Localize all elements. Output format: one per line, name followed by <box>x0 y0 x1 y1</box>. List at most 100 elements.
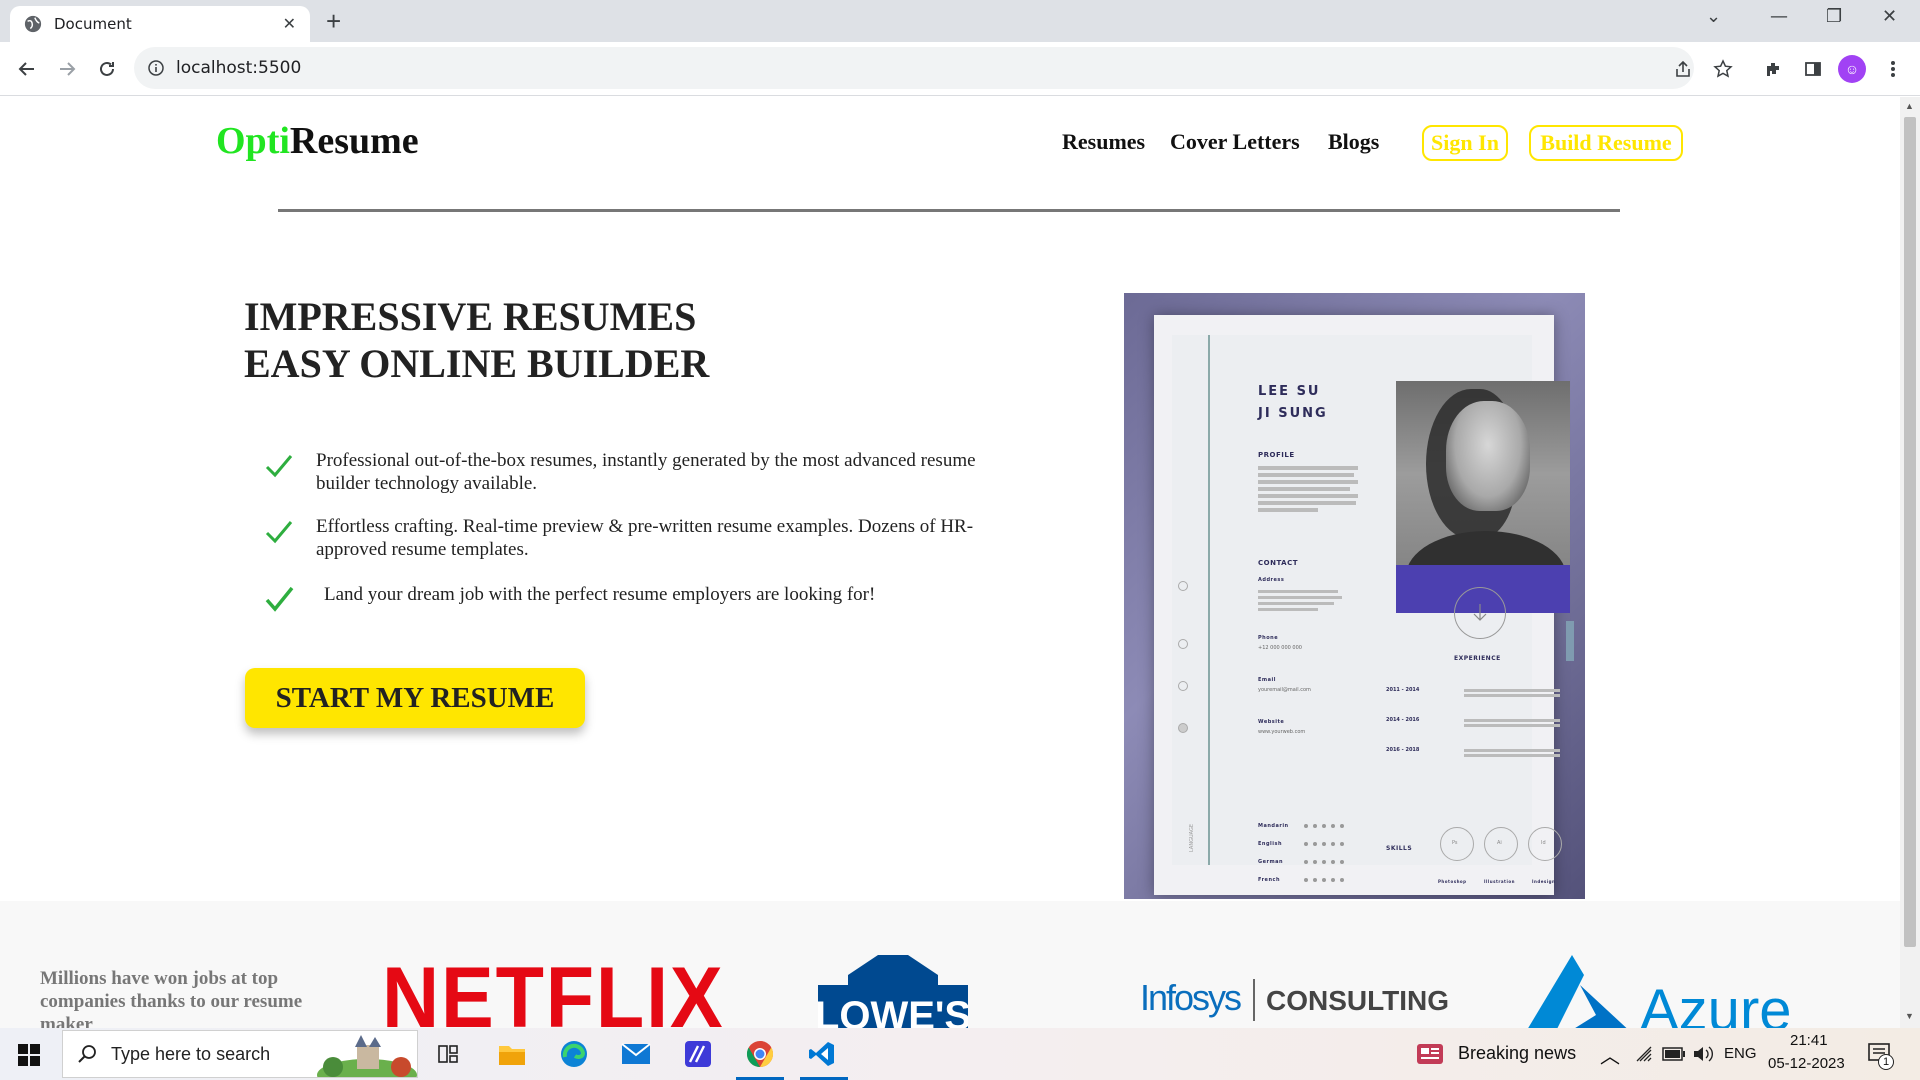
start-resume-button[interactable]: START MY RESUME <box>245 668 585 728</box>
scroll-down-icon[interactable]: ▼ <box>1905 1011 1914 1021</box>
lowes-logo: LOWE'S <box>815 955 971 1028</box>
resume-year: 2011 - 2014 <box>1386 687 1420 693</box>
resume-experience-heading: EXPERIENCE <box>1454 655 1501 662</box>
netflix-logo: NETFLIX <box>382 950 725 1028</box>
new-tab-icon[interactable]: + <box>326 8 341 34</box>
url-text: localhost:5500 <box>176 58 302 78</box>
mail-icon <box>1178 681 1188 691</box>
share-icon[interactable] <box>1668 54 1698 84</box>
resume-language: Mandarin <box>1258 823 1289 829</box>
resume-address-text <box>1258 587 1342 614</box>
resume-language: German <box>1258 859 1284 865</box>
tab-search-chevron-icon[interactable]: ⌄ <box>1706 6 1721 27</box>
news-widget-text[interactable]: Breaking news <box>1458 1043 1576 1064</box>
page-scrollbar[interactable]: ▲ ▼ <box>1900 97 1920 1028</box>
skill-abbr: Ai <box>1497 840 1502 846</box>
tab-title: Document <box>54 15 132 33</box>
location-pin-icon <box>1178 581 1188 591</box>
tray-chevron-icon[interactable]: ︿ <box>1600 1040 1620 1069</box>
globe-small-icon <box>1178 723 1188 733</box>
skill-abbr: Ps <box>1452 840 1458 846</box>
scrollbar-thumb[interactable] <box>1904 117 1916 947</box>
mail-icon[interactable] <box>618 1036 654 1072</box>
browser-tab-strip: Document ✕ + ⌄ — ❐ ✕ <box>0 0 1920 42</box>
check-icon <box>265 521 293 544</box>
input-language[interactable]: ENG <box>1724 1045 1757 1062</box>
code-app-icon[interactable] <box>680 1036 716 1072</box>
site-logo[interactable]: OptiResume <box>216 119 419 163</box>
resume-website-label: Website <box>1258 719 1285 725</box>
logo-opti: Opti <box>216 120 290 162</box>
azure-logo-icon <box>1524 955 1634 1028</box>
download-arrow-icon <box>1454 587 1506 639</box>
resume-email-label: Email <box>1258 677 1276 683</box>
resume-year: 2016 - 2018 <box>1386 747 1420 753</box>
window-close-icon[interactable]: ✕ <box>1882 6 1897 27</box>
extensions-icon[interactable] <box>1758 54 1788 84</box>
chrome-taskbar-icon[interactable] <box>742 1036 778 1072</box>
minimize-icon[interactable]: — <box>1770 6 1788 27</box>
restore-icon[interactable]: ❐ <box>1826 6 1842 27</box>
sign-in-button[interactable]: Sign In <box>1422 125 1508 161</box>
resume-divider <box>1208 335 1210 865</box>
profile-avatar[interactable]: ☺ <box>1838 55 1866 83</box>
nav-cover-letters[interactable]: Cover Letters <box>1170 129 1300 155</box>
search-placeholder: Type here to search <box>111 1043 271 1064</box>
volume-icon[interactable] <box>1692 1045 1714 1063</box>
feature-text: Effortless crafting. Real-time preview &… <box>316 516 974 560</box>
feature-item: Professional out-of-the-box resumes, ins… <box>264 449 984 495</box>
scroll-up-icon[interactable]: ▲ <box>1905 101 1914 111</box>
back-icon[interactable] <box>12 54 42 84</box>
hero-title: IMPRESSIVE RESUMES EASY ONLINE BUILDER <box>244 293 709 387</box>
windows-start-icon[interactable] <box>18 1044 40 1066</box>
browser-tab[interactable]: Document ✕ <box>10 6 310 42</box>
info-icon[interactable] <box>148 60 164 76</box>
language-dot <box>1313 878 1317 882</box>
news-widget-icon[interactable] <box>1412 1036 1448 1072</box>
reload-icon[interactable] <box>92 54 122 84</box>
notification-count: 1 <box>1878 1054 1894 1070</box>
language-dot <box>1313 860 1317 864</box>
nav-resumes[interactable]: Resumes <box>1062 129 1145 155</box>
search-icon <box>78 1045 96 1063</box>
resume-template-image: LEE SU JI SUNG PROFILE CONTACT Address P… <box>1124 293 1585 899</box>
resume-address-label: Address <box>1258 577 1285 583</box>
resume-year: 2014 - 2016 <box>1386 717 1420 723</box>
resume-contact-heading: CONTACT <box>1258 559 1299 567</box>
clock-date[interactable]: 05-12-2023 <box>1768 1055 1845 1072</box>
vscode-icon[interactable] <box>804 1036 840 1072</box>
bookmark-star-icon[interactable] <box>1708 54 1738 84</box>
language-dot <box>1322 842 1326 846</box>
resume-language: French <box>1258 877 1281 883</box>
skill-name: Photoshop <box>1438 879 1467 884</box>
resume-paper: LEE SU JI SUNG PROFILE CONTACT Address P… <box>1154 315 1574 895</box>
consulting-text: CONSULTING <box>1266 985 1450 1016</box>
edge-icon[interactable] <box>556 1036 592 1072</box>
file-explorer-icon[interactable] <box>494 1036 530 1072</box>
battery-icon[interactable] <box>1662 1047 1686 1061</box>
resume-skills-heading: SKILLS <box>1386 845 1413 852</box>
language-dot <box>1331 878 1335 882</box>
resume-profile-text <box>1258 463 1363 515</box>
chrome-menu-icon[interactable] <box>1878 54 1908 84</box>
language-dot <box>1331 860 1335 864</box>
page-viewport: OptiResume Resumes Cover Letters Blogs S… <box>0 97 1900 1028</box>
nav-blogs[interactable]: Blogs <box>1328 129 1379 155</box>
build-resume-button[interactable]: Build Resume <box>1529 125 1683 161</box>
taskbar-search-box[interactable]: Type here to search <box>62 1030 418 1078</box>
task-view-icon[interactable] <box>430 1036 466 1072</box>
side-panel-icon[interactable] <box>1798 54 1828 84</box>
forward-icon[interactable] <box>52 54 82 84</box>
tab-close-icon[interactable]: ✕ <box>283 14 296 34</box>
skill-ring: Ps <box>1440 827 1474 861</box>
resume-language-vertical: LANGUAGE <box>1188 824 1195 852</box>
language-dot <box>1304 824 1308 828</box>
language-dot <box>1304 860 1308 864</box>
clock-time[interactable]: 21:41 <box>1790 1032 1828 1049</box>
resume-email-value: youremail@mail.com <box>1258 687 1311 693</box>
resume-photo <box>1396 381 1570 613</box>
network-icon[interactable] <box>1636 1046 1654 1062</box>
language-dot <box>1340 842 1344 846</box>
check-icon <box>265 455 293 478</box>
address-bar[interactable]: localhost:5500 <box>134 47 1694 89</box>
